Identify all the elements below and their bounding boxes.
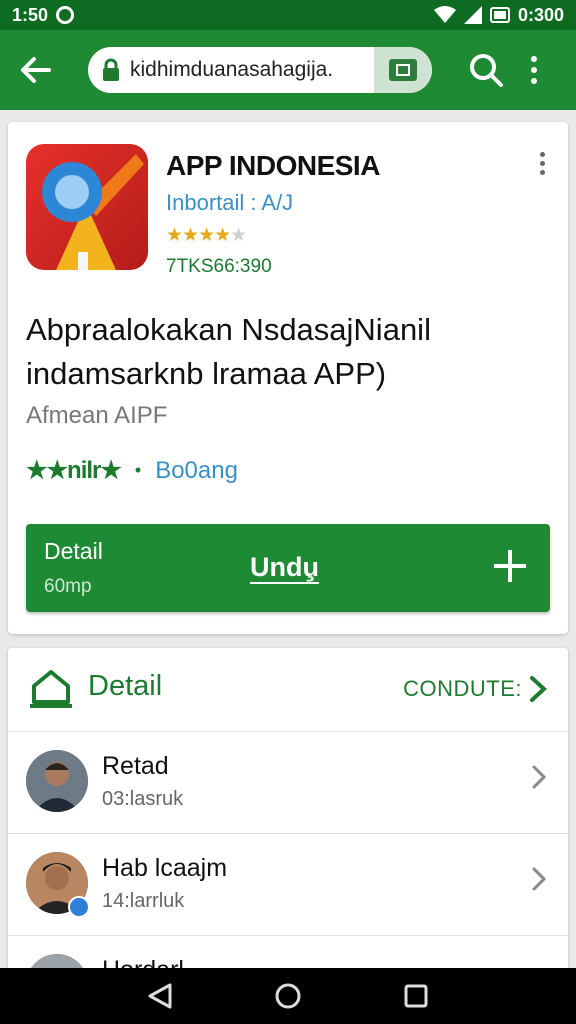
system-nav-bar	[0, 968, 576, 1024]
rating-count-link[interactable]: Bo0ang	[155, 457, 238, 485]
chevron-right-icon	[532, 867, 547, 891]
item-name: Hab lcaajm	[102, 854, 228, 882]
more-dot-icon	[539, 152, 545, 157]
signal-icon	[463, 6, 482, 24]
url-bar[interactable]: kidhimduanasahagija.	[88, 47, 432, 93]
rating-stars: ★★nilr★	[26, 457, 122, 484]
chevron-right-icon	[532, 765, 547, 789]
back-button[interactable]	[14, 48, 58, 92]
install-size: 60mp	[44, 576, 92, 597]
notification-icon	[56, 6, 75, 24]
app-star-rating: ★★★★★	[166, 225, 247, 246]
overflow-menu-button[interactable]	[524, 50, 544, 90]
list-item[interactable]: Hab lcaajm 14:larrluk	[8, 834, 568, 936]
app-icon	[26, 144, 148, 270]
nav-home-button[interactable]	[266, 974, 310, 1018]
app-downloads: 7TKS66:390	[166, 256, 272, 277]
menu-dot-icon	[531, 56, 537, 62]
search-icon	[470, 54, 503, 87]
app-developer-link[interactable]: Inbortail : A/J	[166, 190, 293, 216]
list-item[interactable]: Retad 03:lasruk	[8, 732, 568, 834]
dot-separator-icon: •	[134, 460, 142, 480]
detail-list-card: Detail CONDUTE: Retad 03:lasruk Hab lcaa…	[8, 648, 568, 988]
search-button[interactable]	[466, 50, 506, 90]
list-title: Detail	[88, 670, 163, 702]
nav-recents-button[interactable]	[394, 974, 438, 1018]
chevron-right-icon[interactable]	[528, 674, 548, 704]
list-more-link[interactable]: CONDUTE:	[403, 676, 522, 702]
app-description: Abpraalokakan NsdasajNianil indamsarknb …	[26, 312, 431, 391]
item-time: 14:larrluk	[102, 890, 185, 912]
wifi-icon	[433, 6, 456, 23]
install-button[interactable]: Detail 60mp Undu̧	[26, 524, 550, 612]
status-time: 1:50	[12, 4, 49, 25]
verified-icon	[68, 896, 90, 918]
status-clock: 0:300	[517, 4, 564, 25]
nav-back-button[interactable]	[138, 974, 182, 1018]
tab-switcher-button[interactable]	[374, 47, 432, 93]
url-text: kidhimduanasahagija.	[130, 58, 334, 81]
avatar	[26, 750, 88, 812]
app-name: APP INDONESIA	[166, 150, 380, 181]
app-bar: kidhimduanasahagija.	[0, 30, 576, 110]
square-recents-icon	[404, 984, 428, 1008]
item-time: 03:lasruk	[102, 788, 184, 810]
arrow-back-icon	[21, 57, 51, 83]
app-more-button[interactable]	[532, 152, 552, 182]
status-bar: 1:50 0:300	[0, 0, 576, 30]
install-detail-label: Detail	[44, 538, 103, 564]
app-category: Afmean AIPF	[26, 402, 168, 429]
rating-summary: ★★nilr★ • Bo0ang	[26, 456, 238, 485]
tab-icon	[389, 59, 417, 81]
list-header: Detail CONDUTE:	[8, 648, 568, 732]
app-info-card: APP INDONESIA Inbortail : A/J ★★★★★ 7TKS…	[8, 122, 568, 634]
triangle-back-icon	[148, 983, 172, 1009]
battery-icon	[489, 7, 510, 23]
lock-icon	[103, 58, 119, 81]
plus-icon	[492, 548, 528, 584]
item-name: Retad	[102, 752, 169, 780]
home-outline-icon	[30, 670, 72, 708]
circle-home-icon	[275, 983, 301, 1009]
install-label: Undu̧	[250, 552, 319, 582]
